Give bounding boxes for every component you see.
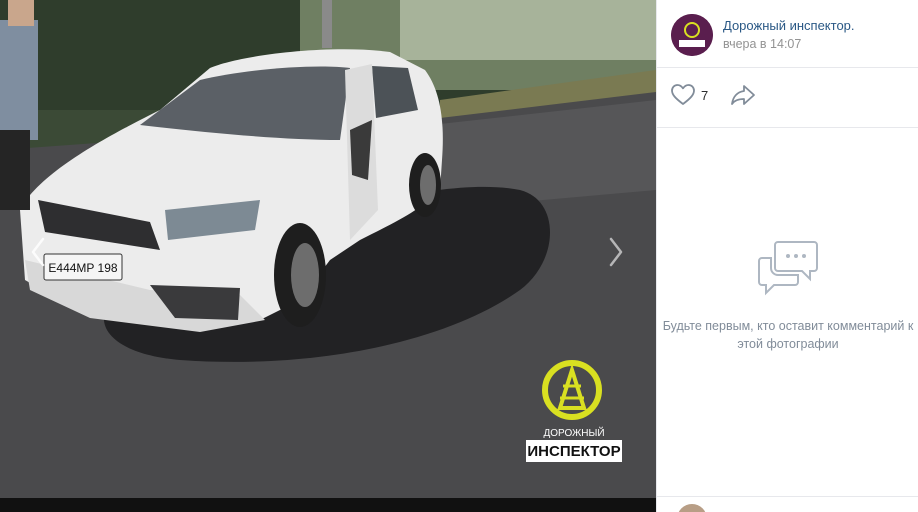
photo-viewer: E444MP 198 ДОРОЖНЫЙ ИНСПЕКТОР Дорожный и… [0, 0, 918, 512]
chevron-left-icon [31, 237, 45, 267]
actions-bar: 7 [671, 84, 756, 106]
current-user-avatar[interactable] [677, 504, 707, 512]
divider [657, 127, 918, 128]
divider [657, 496, 918, 497]
watermark-logo: ДОРОЖНЫЙ ИНСПЕКТОР [522, 356, 626, 466]
comments-icon [758, 241, 818, 296]
chevron-right-icon [609, 237, 623, 267]
share-icon [731, 85, 756, 105]
svg-text:E444MP 198: E444MP 198 [48, 261, 117, 275]
share-button[interactable] [730, 84, 756, 106]
author-block: Дорожный инспектор. вчера в 14:07 [671, 14, 855, 56]
like-count: 7 [701, 87, 709, 103]
author-name[interactable]: Дорожный инспектор. [723, 17, 855, 35]
next-photo-button[interactable] [598, 232, 634, 272]
photo[interactable]: E444MP 198 ДОРОЖНЫЙ ИНСПЕКТОР [0, 0, 656, 498]
heart-icon [671, 84, 695, 105]
like-button[interactable]: 7 [671, 84, 708, 106]
author-meta: Дорожный инспектор. вчера в 14:07 [723, 17, 855, 53]
photo-sidebar: Дорожный инспектор. вчера в 14:07 7 Будь… [656, 0, 918, 512]
svg-text:ИНСПЕКТОР: ИНСПЕКТОР [527, 443, 620, 460]
svg-text:ДОРОЖНЫЙ: ДОРОЖНЫЙ [543, 426, 604, 439]
avatar[interactable] [671, 14, 713, 56]
empty-comments-text: Будьте первым, кто оставит комментарий к… [662, 319, 914, 351]
post-date[interactable]: вчера в 14:07 [723, 35, 855, 53]
empty-comments: Будьте первым, кто оставит комментарий к… [657, 238, 918, 353]
photo-bottom-bar [0, 498, 656, 512]
prev-photo-button[interactable] [20, 232, 56, 272]
divider [657, 67, 918, 68]
